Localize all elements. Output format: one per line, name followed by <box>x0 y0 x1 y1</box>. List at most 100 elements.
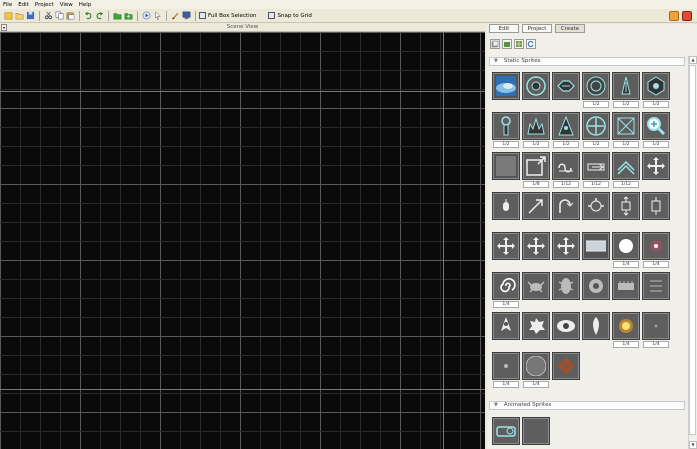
sprite-frame-label: 1/4 <box>523 381 549 388</box>
static-sprite-tile[interactable] <box>552 312 580 351</box>
turn-arrow-icon <box>552 192 580 220</box>
scene-view-canvas[interactable] <box>0 32 485 449</box>
play-icon[interactable] <box>141 11 151 21</box>
brush-icon[interactable] <box>170 11 180 21</box>
static-sprite-tile[interactable] <box>642 192 670 231</box>
static-sprite-tile[interactable]: 1/4 <box>642 312 670 351</box>
folder-up-icon[interactable] <box>123 11 133 21</box>
static-sprite-tile[interactable] <box>552 272 580 311</box>
static-sprite-tile[interactable] <box>492 72 520 111</box>
tab-edit[interactable]: Edit <box>489 24 519 33</box>
static-sprite-tile[interactable] <box>522 192 550 231</box>
folder-tree-icon[interactable] <box>502 39 512 49</box>
undo-icon[interactable] <box>83 11 93 21</box>
crescent-icon <box>522 417 550 445</box>
scroll-down-icon[interactable]: ▼ <box>689 441 697 449</box>
collapse-arrow-icon: ▼ <box>494 58 498 64</box>
static-sprite-tile[interactable] <box>582 192 610 231</box>
cut-icon[interactable] <box>43 11 53 21</box>
menu-view[interactable]: View <box>60 2 73 8</box>
static-sprite-tile[interactable]: 1/2 <box>582 112 610 151</box>
fin-ship-icon <box>552 112 580 140</box>
panel-scrollbar[interactable]: ▲ ▼ <box>688 56 697 449</box>
static-sprite-tile[interactable]: 1/4 <box>642 232 670 271</box>
battery-icon <box>492 417 520 445</box>
static-sprite-tile[interactable]: 1/12 <box>552 152 580 191</box>
static-sprite-tile[interactable]: 1/4 <box>492 352 520 391</box>
menu-edit[interactable]: Edit <box>18 2 29 8</box>
static-sprite-tile[interactable] <box>522 312 550 351</box>
scrollbar-thumb[interactable] <box>689 65 696 435</box>
static-sprites-section-header[interactable]: ▼ Static Sprites <box>489 57 685 66</box>
static-sprite-tile[interactable] <box>582 232 610 271</box>
static-sprite-tile[interactable] <box>552 192 580 231</box>
layers-icon[interactable] <box>490 39 500 49</box>
static-sprite-tile[interactable]: 1/2 <box>612 112 640 151</box>
grid-view-icon[interactable] <box>514 39 524 49</box>
static-sprite-tile[interactable] <box>612 272 640 311</box>
new-file-icon[interactable] <box>3 11 13 21</box>
full-box-selection-toggle[interactable]: Full Box Selection <box>199 12 256 19</box>
animated-sprite-tile[interactable] <box>522 417 550 449</box>
crosshair-icon <box>582 112 610 140</box>
static-sprite-tile[interactable] <box>642 152 670 191</box>
scene-view-title: Scene View <box>226 24 259 30</box>
close-icon[interactable] <box>682 11 692 21</box>
open-folder-icon[interactable] <box>14 11 24 21</box>
static-sprite-tile[interactable]: 1/2 <box>522 112 550 151</box>
animated-sprite-tile[interactable] <box>492 417 520 449</box>
static-sprite-tile[interactable] <box>582 312 610 351</box>
static-sprite-tile[interactable]: 1/4 <box>492 272 520 311</box>
monitor-icon[interactable] <box>181 11 191 21</box>
static-sprite-tile[interactable]: 1/4 <box>612 232 640 271</box>
static-sprite-tile[interactable] <box>552 72 580 111</box>
save-icon[interactable] <box>25 11 35 21</box>
static-sprite-tile[interactable]: 1/12 <box>612 152 640 191</box>
scroll-up-icon[interactable]: ▲ <box>689 56 697 64</box>
animated-sprites-section-header[interactable]: ▼ Animated Sprites <box>489 401 685 410</box>
static-sprite-tile[interactable] <box>612 192 640 231</box>
static-sprite-tile[interactable] <box>522 272 550 311</box>
folder-green-icon[interactable] <box>112 11 122 21</box>
static-sprite-tile[interactable] <box>552 232 580 271</box>
static-sprite-tile[interactable]: 1/4 <box>522 352 550 391</box>
static-sprite-tile[interactable] <box>492 152 520 191</box>
pointer-icon[interactable] <box>152 11 162 21</box>
static-sprite-tile[interactable] <box>492 232 520 271</box>
static-sprite-tile[interactable] <box>552 352 580 391</box>
sprite-frame-label: 1/2 <box>493 141 519 148</box>
static-sprite-tile[interactable] <box>582 272 610 311</box>
static-sprite-tile[interactable] <box>522 232 550 271</box>
alien-ship-icon <box>492 312 520 340</box>
static-sprite-tile[interactable]: 1/4 <box>612 312 640 351</box>
menu-help[interactable]: Help <box>79 2 92 8</box>
menu-project[interactable]: Project <box>35 2 54 8</box>
spiral-icon <box>492 272 520 300</box>
static-sprite-tile[interactable]: 1/2 <box>642 112 670 151</box>
package-icon[interactable] <box>669 11 679 21</box>
static-sprite-tile[interactable]: 1/2 <box>492 112 520 151</box>
static-sprite-tile[interactable]: 1/2 <box>552 112 580 151</box>
move-cross-icon <box>642 152 670 180</box>
static-sprite-tile[interactable] <box>522 72 550 111</box>
static-sprite-tile[interactable]: 1/12 <box>582 152 610 191</box>
static-sprite-tile[interactable] <box>492 192 520 231</box>
static-sprite-tile[interactable] <box>492 312 520 351</box>
toolbar-divider <box>79 10 80 21</box>
collapse-arrow-icon: ▼ <box>494 402 498 408</box>
copy-icon[interactable] <box>54 11 64 21</box>
tab-create[interactable]: Create <box>555 24 585 33</box>
static-sprite-tile[interactable]: 1/2 <box>582 72 610 111</box>
static-sprite-tile[interactable]: 1/2 <box>612 72 640 111</box>
tab-project[interactable]: Project <box>522 24 552 33</box>
static-sprite-tile[interactable]: 1/2 <box>642 72 670 111</box>
menu-file[interactable]: File <box>3 2 12 8</box>
static-sprite-tile[interactable] <box>642 272 670 311</box>
crown-icon <box>522 112 550 140</box>
snap-to-grid-toggle[interactable]: Snap to Grid <box>268 12 312 19</box>
refresh-icon[interactable] <box>526 39 536 49</box>
static-sprite-tile[interactable]: 1/8 <box>522 152 550 191</box>
redo-icon[interactable] <box>94 11 104 21</box>
paste-icon[interactable] <box>65 11 75 21</box>
corner-arrow-icon <box>522 152 550 180</box>
